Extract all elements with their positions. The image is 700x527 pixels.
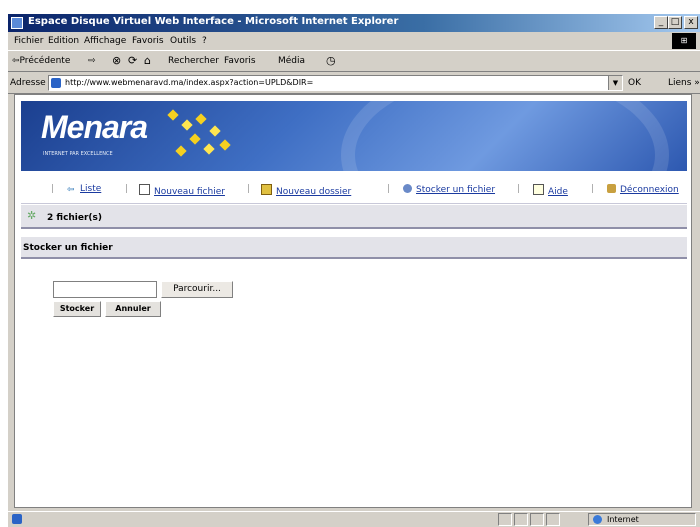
nav-item-new-folder[interactable]: Nouveau dossier (261, 184, 351, 197)
file-count-bar: ✲ 2 fichier(s) (21, 205, 687, 229)
address-dropdown-icon[interactable]: ▼ (608, 76, 622, 90)
new-folder-icon (261, 184, 272, 195)
zone-label: Internet (607, 515, 639, 524)
minimize-button[interactable]: _ (654, 16, 668, 29)
menara-logo: Menara (41, 109, 148, 145)
nav-item-upload[interactable]: Stocker un fichier (403, 184, 495, 195)
windows-logo-icon: ⊞ (672, 33, 696, 49)
status-bar: Internet (8, 511, 700, 527)
nav-separator: | (517, 184, 521, 194)
menu-affichage[interactable]: Affichage (84, 36, 126, 46)
nav-item-help[interactable]: Aide (533, 184, 568, 197)
logo-star (203, 143, 215, 155)
page-content: Menara INTERNET PAR EXCELLENCE | ⇦ Liste … (14, 94, 692, 508)
menu-bar: Fichier Edition Affichage Favoris Outils… (8, 32, 700, 50)
section-title: Stocker un fichier (23, 243, 113, 253)
cancel-button[interactable]: Annuler (105, 301, 161, 317)
logo-star (181, 119, 193, 131)
security-zone: Internet (588, 513, 696, 526)
menu-fichier[interactable]: Fichier (14, 36, 43, 46)
address-input[interactable]: http://www.webmenaravd.ma/index.aspx?act… (48, 75, 623, 91)
nav-item-new-file[interactable]: Nouveau fichier (139, 184, 225, 197)
status-cell (546, 513, 560, 526)
status-cell (530, 513, 544, 526)
search-button[interactable]: Rechercher (168, 56, 219, 66)
page-icon (51, 78, 61, 88)
store-button[interactable]: Stocker (53, 301, 101, 317)
nav-separator: | (125, 184, 129, 194)
section-header: Stocker un fichier (21, 237, 687, 259)
nav-label: Liste (80, 184, 102, 194)
browser-window: Espace Disque Virtuel Web Interface - Mi… (8, 14, 700, 527)
menu-help[interactable]: ? (202, 36, 207, 46)
back-button[interactable]: ⇦Précédente (12, 56, 70, 66)
logo-star (195, 113, 207, 125)
favorites-button[interactable]: Favoris (224, 56, 256, 66)
nav-item-logout[interactable]: Déconnexion (607, 184, 679, 195)
globe-icon (593, 515, 602, 524)
nav-label: Déconnexion (620, 185, 679, 195)
stop-icon[interactable]: ⊗ (112, 54, 121, 67)
window-title: Espace Disque Virtuel Web Interface - Mi… (28, 16, 399, 27)
nav-label: Nouveau fichier (154, 187, 225, 197)
logo-star (209, 125, 221, 137)
address-bar: Adresse http://www.webmenaravd.ma/index.… (8, 72, 700, 94)
logo-star (189, 133, 201, 145)
address-url[interactable]: http://www.webmenaravd.ma/index.aspx?act… (65, 78, 313, 87)
banner-decoration (341, 101, 669, 171)
toolbar: ⇦Précédente ⇨ ⊗ ⟳ ⌂ Rechercher Favoris M… (8, 50, 700, 72)
nav-label: Stocker un fichier (416, 185, 496, 195)
nav-item-liste[interactable]: ⇦ Liste (67, 184, 102, 195)
nav-separator: | (591, 184, 595, 194)
status-cell (498, 513, 512, 526)
close-button[interactable]: x (684, 16, 698, 29)
menara-banner: Menara INTERNET PAR EXCELLENCE (21, 101, 687, 171)
file-count: 2 fichier(s) (47, 213, 103, 223)
logo-star (167, 109, 179, 121)
status-cell (514, 513, 528, 526)
banner-tagline: INTERNET PAR EXCELLENCE (43, 151, 113, 157)
nav-label: Aide (548, 187, 568, 197)
forward-button[interactable]: ⇨ (88, 56, 96, 66)
page-status-icon (12, 514, 22, 524)
nav-separator: | (247, 184, 251, 194)
home-icon[interactable]: ⌂ (144, 54, 151, 67)
help-icon (533, 184, 544, 195)
gear-icon: ✲ (27, 209, 37, 222)
action-nav: | ⇦ Liste | Nouveau fichier | Nouveau dos… (21, 175, 687, 204)
nav-label: Nouveau dossier (276, 187, 352, 197)
logo-star (175, 145, 187, 157)
upload-icon (403, 184, 412, 193)
file-path-input[interactable] (53, 281, 157, 298)
address-label: Adresse (10, 78, 46, 88)
browse-button[interactable]: Parcourir... (161, 281, 233, 298)
links-button[interactable]: Liens » (668, 78, 700, 88)
history-icon[interactable]: ◷ (326, 54, 336, 67)
refresh-icon[interactable]: ⟳ (128, 54, 137, 67)
maximize-button[interactable]: □ (668, 16, 682, 29)
go-button[interactable]: OK (628, 78, 641, 88)
nav-separator: | (387, 184, 391, 194)
logo-star (219, 139, 231, 151)
back-arrow-icon: ⇦ (67, 185, 75, 195)
menu-outils[interactable]: Outils (170, 36, 196, 46)
menu-favoris[interactable]: Favoris (132, 36, 164, 46)
ie-icon (11, 17, 23, 29)
title-bar[interactable]: Espace Disque Virtuel Web Interface - Mi… (8, 14, 700, 32)
logout-icon (607, 184, 616, 193)
nav-separator: | (51, 184, 55, 194)
menu-edition[interactable]: Edition (48, 36, 79, 46)
media-button[interactable]: Média (278, 56, 305, 66)
new-file-icon (139, 184, 150, 195)
